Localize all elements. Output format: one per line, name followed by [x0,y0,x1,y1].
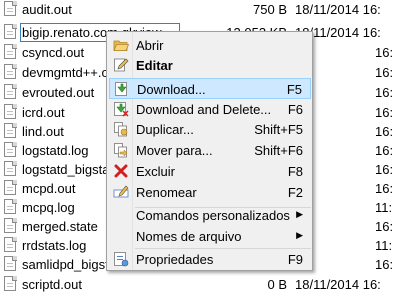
file-icon [4,123,17,139]
menu-item-label: Propriedades [136,252,214,267]
submenu-arrow-icon: ▶ [296,230,303,240]
file-size: 750 B [253,2,287,17]
file-icon [4,180,17,196]
file-name: merged.state [22,219,98,234]
folder-open-icon [113,37,130,53]
file-name: mcpq.log [22,200,75,215]
file-icon [4,1,17,17]
file-date: 18/11/2014 16: [295,2,381,17]
menu-item-comandos-personalizados[interactable]: Comandos personalizados ▶ [109,205,311,226]
file-date: 16: [375,124,393,139]
file-size: 0 B [267,277,287,292]
file-icon [4,256,17,272]
file-date: 16: [375,162,393,177]
file-date: 11: [375,238,393,253]
file-date: 16: [375,219,393,234]
file-date: 16: [375,105,393,120]
menu-item-download-and-delete[interactable]: Download and Delete... F6 [109,99,311,120]
file-icon [4,142,17,158]
file-name: audit.out [22,2,72,17]
move-icon [113,142,129,158]
properties-icon [113,251,129,267]
menu-item-label: Renomear [136,185,197,200]
file-date: 16: [375,257,393,272]
menu-item-label: Editar [136,58,173,73]
menu-item-shortcut: F2 [287,185,303,200]
file-date: 16: [375,143,393,158]
menu-item-shortcut: F6 [287,102,303,117]
menu-item-shortcut: Shift+F5 [254,122,303,137]
edit-icon [113,57,129,73]
file-icon [4,237,17,253]
menu-item-mover-para[interactable]: Mover para... Shift+F6 [109,140,311,161]
menu-item-download[interactable]: Download... F5 [109,78,311,99]
menu-item-label: Excluir [136,164,176,179]
menu-item-nomes-de-arquivo[interactable]: Nomes de arquivo ▶ [109,226,311,247]
file-icon [4,64,17,80]
file-name: csyncd.out [22,45,85,60]
menu-item-label: Download and Delete... [136,102,272,117]
context-menu: Abrir Editar Download... F5 Download and… [106,31,313,271]
menu-item-shortcut: F8 [287,164,303,179]
menu-item-label: Download... [137,82,206,97]
file-name: samlidpd_bigstat [22,257,120,272]
file-date: 16: [375,181,393,196]
duplicate-icon [113,121,129,137]
file-date: 11: [375,200,393,215]
file-name: icrd.out [22,105,65,120]
file-date: 16: [375,65,393,80]
file-icon [4,161,17,177]
menu-item-shortcut: Shift+F6 [254,143,303,158]
file-name: mcpd.out [22,181,76,196]
menu-item-label: Abrir [136,38,164,53]
menu-item-editar[interactable]: Editar [109,55,311,76]
file-icon [4,24,17,40]
file-icon [4,104,17,120]
file-date: 18/11/2014 16: [295,277,381,292]
delete-icon [113,163,129,179]
download-delete-icon [113,101,129,117]
rename-icon [113,184,129,200]
file-icon [4,44,17,60]
file-date: 16: [375,85,393,100]
file-name: lind.out [22,124,64,139]
submenu-arrow-icon: ▶ [296,209,303,219]
file-name: evrouted.out [22,85,95,100]
download-icon [114,81,130,97]
file-name: logstatd_bigstat [22,162,114,177]
menu-item-label: Nomes de arquivo [136,229,242,244]
file-row[interactable]: scriptd.out 0 B 18/11/2014 16: [0,275,393,295]
menu-item-label: Comandos personalizados [136,208,290,223]
menu-item-label: Duplicar... [136,122,194,137]
file-name: devmgmtd++.o [22,65,109,80]
file-name: scriptd.out [22,277,82,292]
menu-item-label: Mover para... [136,143,213,158]
menu-item-shortcut: F9 [287,252,303,267]
file-row[interactable]: audit.out 750 B 18/11/2014 16: [0,0,393,20]
menu-item-shortcut: F5 [286,82,302,97]
file-icon [4,84,17,100]
menu-item-duplicar[interactable]: Duplicar... Shift+F5 [109,119,311,140]
file-name: logstatd.log [22,143,89,158]
file-date: 16: [375,45,393,60]
file-icon [4,218,17,234]
menu-item-propriedades[interactable]: Propriedades F9 [109,249,311,270]
menu-item-excluir[interactable]: Excluir F8 [109,161,311,182]
file-icon [4,199,17,215]
menu-item-abrir[interactable]: Abrir [109,35,311,56]
file-name: rrdstats.log [22,238,87,253]
menu-item-renomear[interactable]: Renomear F2 [109,182,311,203]
file-icon [4,276,17,292]
